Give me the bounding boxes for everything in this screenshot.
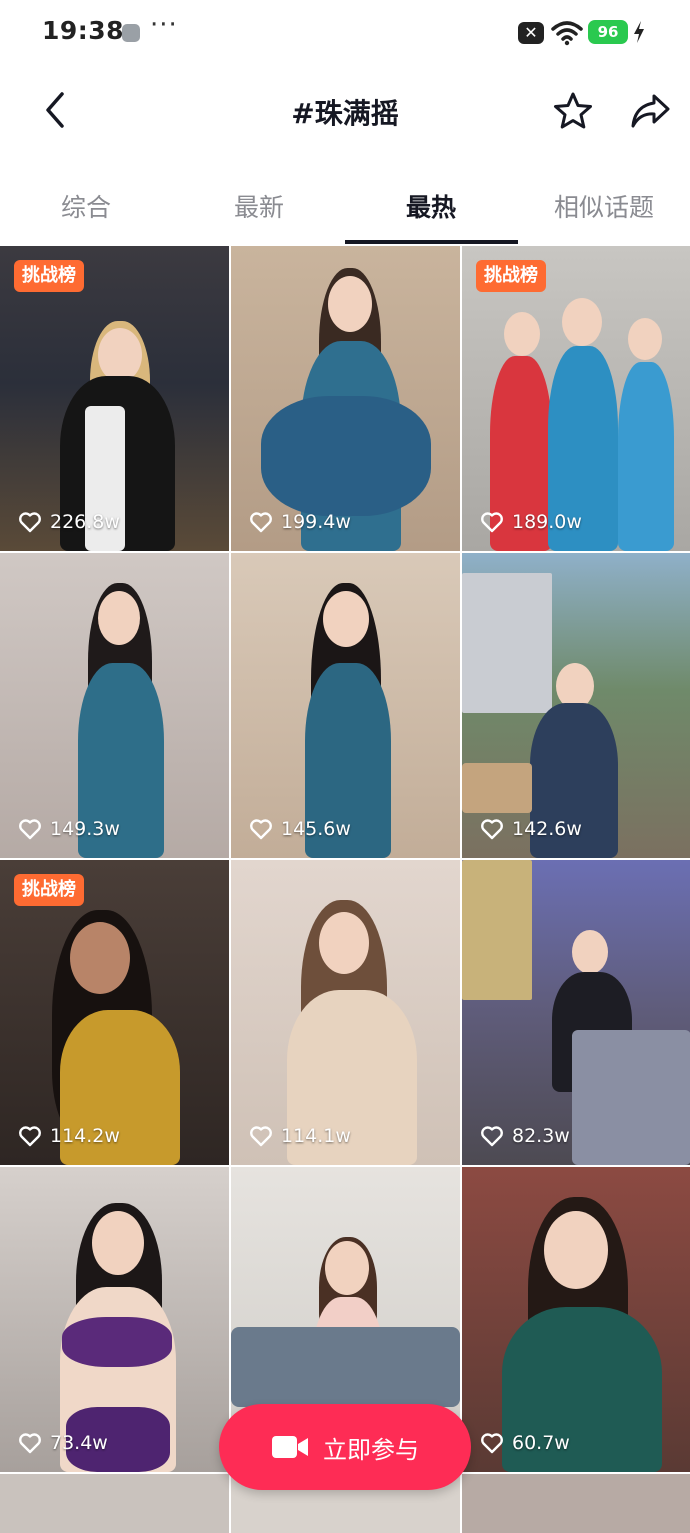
video-card[interactable] [0, 1474, 229, 1533]
battery-icon: 96 [588, 20, 628, 44]
like-count: 142.6w [480, 816, 582, 842]
topic-header: #珠满摇 [0, 66, 690, 156]
like-count: 73.4w [18, 1430, 108, 1456]
like-count-text: 114.1w [281, 1125, 351, 1147]
video-card[interactable]: 挑战榜 189.0w [462, 246, 690, 551]
like-count: 149.3w [18, 816, 120, 842]
heart-icon [19, 512, 41, 533]
more-dots-icon: ··· [150, 10, 178, 40]
like-count: 226.8w [18, 509, 120, 535]
video-card[interactable]: 114.1w [231, 860, 460, 1165]
tab-hottest[interactable]: 最热 [345, 188, 517, 224]
like-count: 114.1w [249, 1123, 351, 1149]
heart-icon [481, 1433, 503, 1454]
heart-icon [481, 512, 503, 533]
like-count-text: 73.4w [50, 1432, 108, 1454]
wifi-icon [551, 21, 583, 46]
like-count: 199.4w [249, 509, 351, 535]
share-icon[interactable] [628, 90, 672, 132]
video-card[interactable]: 149.3w [0, 553, 229, 858]
heart-icon [250, 512, 272, 533]
challenge-badge: 挑战榜 [14, 260, 84, 292]
video-card[interactable]: 82.3w [462, 860, 690, 1165]
video-card[interactable]: 73.4w [0, 1167, 229, 1472]
charging-icon [634, 21, 644, 43]
like-count: 189.0w [480, 509, 582, 535]
star-icon[interactable] [552, 90, 594, 132]
like-count-text: 145.6w [281, 818, 351, 840]
video-grid: 挑战榜 226.8w 199.4w 挑战榜 189.0w 149.3w 145.… [0, 246, 690, 1533]
tab-bar: 综合 最新 最热 相似话题 [0, 170, 690, 246]
challenge-badge: 挑战榜 [14, 874, 84, 906]
like-count-text: 189.0w [512, 511, 582, 533]
tab-latest[interactable]: 最新 [173, 188, 345, 224]
like-count: 114.2w [18, 1123, 120, 1149]
challenge-badge: 挑战榜 [476, 260, 546, 292]
video-card[interactable]: 142.6w [462, 553, 690, 858]
app-icon [122, 24, 140, 42]
heart-icon [19, 819, 41, 840]
heart-icon [19, 1433, 41, 1454]
active-tab-indicator [345, 240, 518, 244]
heart-icon [19, 1126, 41, 1147]
like-count-text: 226.8w [50, 511, 120, 533]
tab-similar-topics[interactable]: 相似话题 [518, 188, 690, 224]
status-time: 19:38 [42, 16, 125, 45]
heart-icon [250, 1126, 272, 1147]
video-card[interactable]: 挑战榜 114.2w [0, 860, 229, 1165]
like-count-text: 60.7w [512, 1432, 570, 1454]
like-count: 145.6w [249, 816, 351, 842]
like-count: 60.7w [480, 1430, 570, 1456]
heart-icon [481, 1126, 503, 1147]
join-now-label: 立即参与 [323, 1435, 419, 1464]
video-card[interactable]: 199.4w [231, 246, 460, 551]
x-notification-icon: ✕ [518, 22, 544, 44]
like-count: 82.3w [480, 1123, 570, 1149]
video-card[interactable]: 挑战榜 226.8w [0, 246, 229, 551]
like-count-text: 142.6w [512, 818, 582, 840]
like-count-text: 149.3w [50, 818, 120, 840]
video-card[interactable]: 60.7w [462, 1167, 690, 1472]
join-now-button[interactable]: 立即参与 [219, 1404, 471, 1490]
video-card[interactable] [462, 1474, 690, 1533]
video-card[interactable]: 145.6w [231, 553, 460, 858]
status-bar: 19:38 ··· ✕ 96 [0, 0, 690, 66]
like-count-text: 82.3w [512, 1125, 570, 1147]
like-count-text: 114.2w [50, 1125, 120, 1147]
heart-icon [250, 819, 272, 840]
tab-comprehensive[interactable]: 综合 [0, 188, 172, 224]
like-count-text: 199.4w [281, 511, 351, 533]
heart-icon [481, 819, 503, 840]
video-camera-icon [272, 1436, 308, 1458]
